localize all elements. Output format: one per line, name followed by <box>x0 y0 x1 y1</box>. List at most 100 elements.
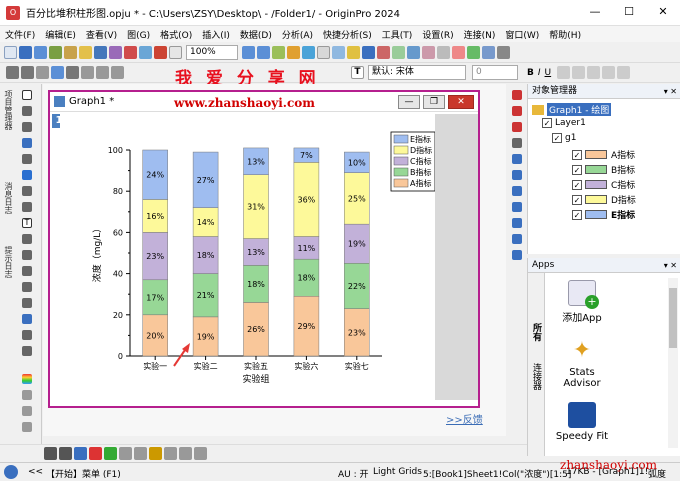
chart-icon[interactable] <box>482 46 495 59</box>
graph-window[interactable]: Graph1 * www.zhanshaoyi.com — ❐ ✕ 1 0 20 4… <box>48 90 480 408</box>
close-button[interactable]: ✕ <box>646 0 680 24</box>
tree-item[interactable]: ✓ A指标 <box>572 148 635 161</box>
menu-window[interactable]: 窗口(W) <box>500 28 544 41</box>
layer-top-x-icon[interactable] <box>512 170 522 180</box>
item-checkbox[interactable]: ✓ <box>572 194 582 205</box>
menu-insert[interactable]: 插入(I) <box>197 28 235 41</box>
tree-item[interactable]: ✓ B指标 <box>572 163 635 176</box>
import-icon[interactable] <box>109 46 122 59</box>
layer-tool-icon[interactable] <box>22 390 32 400</box>
item-checkbox[interactable]: ✓ <box>572 164 582 175</box>
new-matrix-icon[interactable] <box>49 46 62 59</box>
menu-graph[interactable]: 图(G) <box>122 28 155 41</box>
layer-linked-icon[interactable] <box>512 218 522 228</box>
project-explorer-icon[interactable] <box>317 46 330 59</box>
pattern-icon[interactable] <box>104 447 117 460</box>
new-project-icon[interactable] <box>4 46 17 59</box>
apps-panel-controls[interactable]: ▾ ✕ <box>664 258 677 273</box>
menu-data[interactable]: 数据(D) <box>235 28 277 41</box>
fill-icon[interactable] <box>89 447 102 460</box>
greek-icon[interactable] <box>587 66 601 79</box>
feedback-link[interactable]: >>反馈 <box>446 411 483 426</box>
minimize-button[interactable]: — <box>578 0 612 24</box>
tree-layer[interactable]: ✓ Layer1 <box>542 118 586 128</box>
palette-icon[interactable] <box>22 374 32 384</box>
apps-scrollbar[interactable] <box>668 278 678 448</box>
rescale-icon[interactable] <box>272 46 285 59</box>
group-icon[interactable] <box>96 66 109 79</box>
redo-icon[interactable] <box>21 66 34 79</box>
superscript-icon[interactable] <box>557 66 571 79</box>
add-plot-icon[interactable] <box>512 90 522 100</box>
arrow-icon[interactable] <box>22 234 32 244</box>
add-legend-icon[interactable] <box>512 138 522 148</box>
add-app-item[interactable]: + 添加App <box>552 280 612 324</box>
menu-view[interactable]: 查看(V) <box>81 28 122 41</box>
legend-icon[interactable] <box>22 330 32 340</box>
ungroup-icon[interactable] <box>111 66 124 79</box>
zoom-in-icon[interactable] <box>242 46 255 59</box>
menu-tools[interactable]: 工具(T) <box>377 28 418 41</box>
line-icon[interactable] <box>22 266 32 276</box>
draw-data-icon[interactable] <box>22 202 32 212</box>
layer-right-y-icon[interactable] <box>512 186 522 196</box>
font-combo[interactable]: 默认: 宋体 <box>368 65 466 80</box>
graph-minimize-button[interactable]: — <box>398 95 420 109</box>
font-size-combo[interactable]: 0 <box>472 65 518 80</box>
data-selector-icon[interactable] <box>22 170 32 180</box>
stacked-bar-chart[interactable]: 0 20 40 60 80 100 浓度（mg/L） 20% 17% 23% 16% 24% 实验一 19… <box>60 114 436 400</box>
merge-icon[interactable] <box>22 406 32 416</box>
zoom-combo[interactable]: 100% <box>186 45 238 60</box>
maximize-button[interactable]: ☐ <box>612 0 646 24</box>
bold-icon[interactable]: B <box>527 68 534 78</box>
equation-icon[interactable] <box>22 314 32 324</box>
more-icon[interactable] <box>497 46 510 59</box>
layer-inset-icon[interactable] <box>512 202 522 212</box>
rescale-y-icon[interactable] <box>512 122 522 132</box>
bar-gap-icon[interactable] <box>164 447 177 460</box>
pointer-tool-icon[interactable] <box>22 90 32 100</box>
tree-group[interactable]: ✓ g1 <box>552 133 576 143</box>
screen-reader-icon[interactable] <box>22 138 32 148</box>
graph-page[interactable]: 0 20 40 60 80 100 浓度（mg/L） 20% 17% 23% 16% 24% 实验一 19… <box>60 114 436 400</box>
scroll-tool-icon[interactable] <box>22 122 32 132</box>
excel-icon[interactable] <box>467 46 480 59</box>
menu-format[interactable]: 格式(O) <box>155 28 197 41</box>
graph-close-button[interactable]: ✕ <box>448 95 474 109</box>
status-collapse[interactable]: << <box>28 467 43 477</box>
menu-file[interactable]: 文件(F) <box>0 28 40 41</box>
speedy-fit-item[interactable]: Speedy Fit <box>552 402 612 442</box>
symbol-color-icon[interactable] <box>149 447 162 460</box>
hand-icon[interactable] <box>22 298 32 308</box>
color-scale-icon[interactable] <box>22 346 32 356</box>
stats-advisor-item[interactable]: ✦ Stats Advisor <box>552 338 612 389</box>
text-icon[interactable]: T <box>22 218 32 228</box>
group-checkbox[interactable]: ✓ <box>552 133 562 143</box>
new-graph-icon[interactable] <box>34 46 47 59</box>
plot-type-icon[interactable] <box>194 447 207 460</box>
menu-edit[interactable]: 编辑(E) <box>40 28 81 41</box>
region-mask-icon[interactable] <box>22 186 32 196</box>
save-icon[interactable] <box>94 46 107 59</box>
rectangle-icon[interactable] <box>22 282 32 292</box>
new-workbook-icon[interactable] <box>19 46 32 59</box>
menu-quick-analysis[interactable]: 快捷分析(S) <box>318 28 377 41</box>
notes-icon[interactable] <box>452 46 465 59</box>
rotate-icon[interactable] <box>66 66 79 79</box>
item-checkbox[interactable]: ✓ <box>572 179 582 190</box>
image-icon[interactable] <box>422 46 435 59</box>
line-color-icon[interactable] <box>74 447 87 460</box>
undo-icon[interactable] <box>6 66 19 79</box>
panel-controls[interactable]: ▾ ✕ <box>664 84 677 99</box>
messages-log-tab[interactable]: 消息日志 <box>3 182 14 242</box>
fill-color-icon[interactable] <box>617 66 631 79</box>
tree-item[interactable]: ✓ D指标 <box>572 193 636 206</box>
align-icon[interactable] <box>81 66 94 79</box>
print-icon[interactable] <box>124 46 137 59</box>
tree-item[interactable]: ✓ C指标 <box>572 178 635 191</box>
menu-analysis[interactable]: 分析(A) <box>277 28 318 41</box>
font-color-icon[interactable] <box>602 66 616 79</box>
item-checkbox[interactable]: ✓ <box>572 149 582 160</box>
menu-help[interactable]: 帮助(H) <box>544 28 586 41</box>
search-icon[interactable] <box>4 465 18 479</box>
